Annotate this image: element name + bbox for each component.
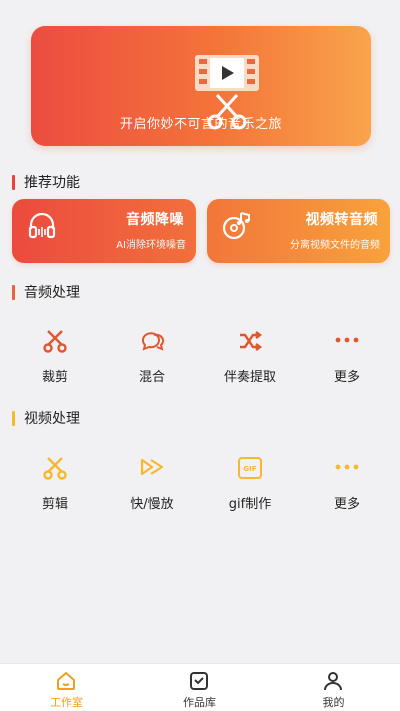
- tool-label: 快/慢放: [130, 497, 174, 512]
- person-icon: [324, 672, 342, 691]
- tab-mine[interactable]: 我的: [267, 664, 400, 711]
- card-subtitle: AI消除环境噪音: [116, 240, 186, 251]
- tool-label: 裁剪: [41, 370, 68, 385]
- music-disc-icon: [222, 212, 250, 240]
- tool-audio-trim[interactable]: 裁剪: [15, 328, 95, 398]
- card-title: 视频转音频: [305, 212, 378, 228]
- card-title: 音频降噪: [126, 212, 184, 228]
- section-title-text: 视频处理: [24, 411, 80, 427]
- audio-tools-row: 裁剪 混合 伴奏提取 更多: [0, 328, 400, 398]
- scissors-icon: [43, 330, 67, 353]
- fast-forward-icon: [140, 458, 164, 476]
- tool-video-edit[interactable]: 剪辑: [15, 455, 95, 525]
- video-tools-row: 剪辑 快/慢放 GIF gif制作 更多: [0, 455, 400, 525]
- chat-bubbles-icon: [142, 332, 165, 351]
- tool-label: gif制作: [228, 497, 272, 512]
- shuffle-icon: [240, 331, 262, 351]
- bottom-tab-bar: 工作室 作品库 我的: [0, 663, 400, 711]
- card-audio-denoise[interactable]: 音频降噪 AI消除环境噪音: [12, 199, 196, 263]
- scissors-icon: [43, 457, 67, 480]
- more-dots-icon: [335, 337, 359, 343]
- banner-text: 开启你妙不可言的音乐之旅: [119, 117, 282, 132]
- tool-label: 更多: [333, 497, 360, 512]
- svg-text:GIF: GIF: [243, 465, 256, 473]
- tool-audio-mix[interactable]: 混合: [112, 328, 192, 398]
- section-accent-bar: [12, 410, 15, 426]
- tool-video-speed[interactable]: 快/慢放: [112, 455, 192, 525]
- tab-label: 我的: [322, 696, 345, 709]
- more-dots-icon: [335, 464, 359, 470]
- tab-studio[interactable]: 工作室: [0, 664, 133, 711]
- home-icon: [57, 672, 75, 690]
- tool-label: 剪辑: [41, 497, 68, 512]
- tool-label: 混合: [138, 370, 165, 385]
- section-audio-title: 音频处理: [12, 283, 80, 301]
- tool-label: 更多: [333, 370, 360, 385]
- tab-label: 作品库: [183, 696, 216, 709]
- gallery-icon: [190, 672, 208, 690]
- card-video-to-audio[interactable]: 视频转音频 分离视频文件的音频: [207, 199, 390, 263]
- section-title-text: 推荐功能: [24, 175, 80, 191]
- section-title-text: 音频处理: [24, 285, 80, 301]
- section-video-title: 视频处理: [12, 409, 80, 427]
- tool-audio-more[interactable]: 更多: [307, 328, 387, 398]
- card-subtitle: 分离视频文件的音频: [290, 240, 380, 251]
- tool-accompaniment-extract[interactable]: 伴奏提取: [210, 328, 290, 398]
- section-accent-bar: [12, 284, 15, 300]
- tool-label: 伴奏提取: [223, 370, 276, 385]
- tab-works[interactable]: 作品库: [133, 664, 266, 711]
- tab-label: 工作室: [50, 696, 83, 709]
- hero-banner[interactable]: 开启你妙不可言的音乐之旅: [31, 26, 371, 146]
- section-accent-bar: [12, 174, 15, 190]
- headphones-icon: [28, 212, 56, 239]
- tool-gif-make[interactable]: GIF gif制作: [210, 455, 290, 525]
- tool-video-more[interactable]: 更多: [307, 455, 387, 525]
- gif-icon: GIF: [238, 457, 262, 479]
- section-recommended-title: 推荐功能: [12, 173, 80, 191]
